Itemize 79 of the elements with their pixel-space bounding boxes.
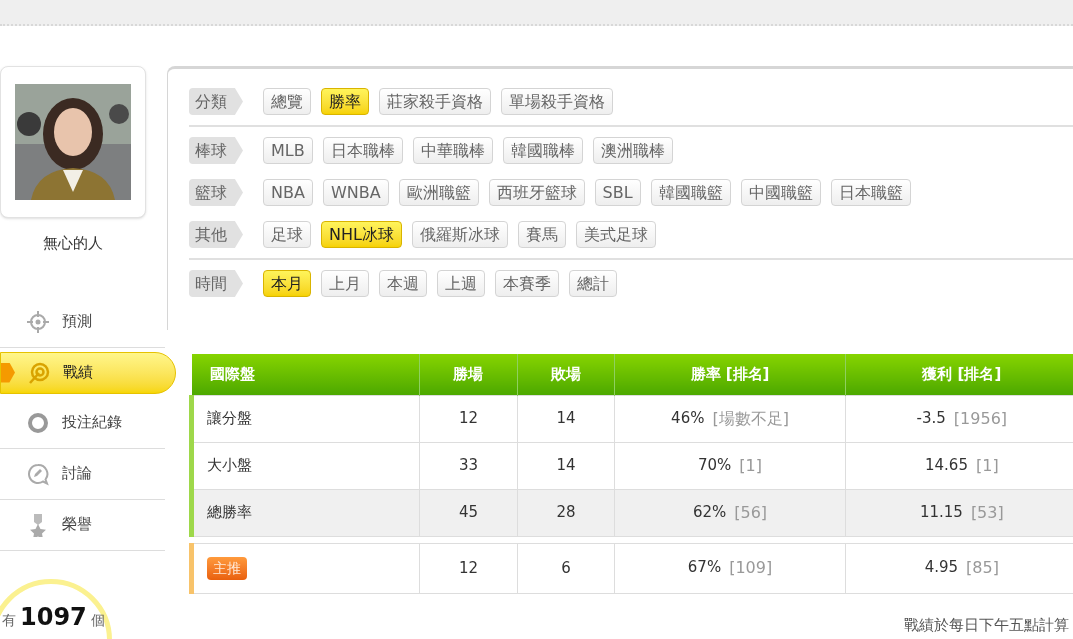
filter-chip[interactable]: WNBA xyxy=(322,179,389,206)
table-cell: 12 xyxy=(419,395,518,442)
table-cell: 6 xyxy=(517,543,615,593)
filter-chip[interactable]: 本賽季 xyxy=(495,270,559,297)
table-cell: 28 xyxy=(517,489,615,536)
rank-text: [53] xyxy=(970,501,1004,524)
counter-prefix: 有 xyxy=(2,610,16,630)
value-text: 62% xyxy=(692,501,727,523)
table-cell: 14 xyxy=(517,395,615,442)
filter-chip[interactable]: 韓國職棒 xyxy=(502,137,583,164)
value-text: 46% xyxy=(671,407,705,429)
filter-chip[interactable]: NHL冰球 xyxy=(321,221,402,248)
filter-chip[interactable]: SBL xyxy=(594,179,641,206)
filter-label: 分類 xyxy=(189,88,243,115)
value-text: 67% xyxy=(687,557,722,578)
nav-item[interactable]: 討論 xyxy=(0,448,165,500)
filter-chip[interactable]: 西班牙籃球 xyxy=(488,179,585,206)
filter-chip[interactable]: 日本職籃 xyxy=(830,179,911,206)
nav-item[interactable]: 投注紀錄 xyxy=(0,397,165,449)
footnote: 戰績於每日下午五點計算 xyxy=(904,614,1069,636)
column-header: 獲利 [排名] xyxy=(845,354,1073,395)
filter-chip[interactable]: 歐洲職籃 xyxy=(398,179,479,206)
ring-icon xyxy=(26,410,50,435)
filter-chip[interactable]: 美式足球 xyxy=(575,221,656,248)
filter-chip[interactable]: 足球 xyxy=(263,221,311,248)
table-cell: 14 xyxy=(517,442,615,489)
crosshair-icon xyxy=(26,309,50,334)
filter-chip[interactable]: 單場殺手資格 xyxy=(501,88,613,115)
filter-chip[interactable]: 賽馬 xyxy=(517,221,566,248)
rank-text: [56] xyxy=(734,501,768,524)
rank-text: [場數不足] xyxy=(712,407,789,430)
filter-chip[interactable]: 上週 xyxy=(437,270,485,297)
table-cell: 33 xyxy=(419,442,518,489)
table-cell: 45 xyxy=(419,489,518,536)
filter-label: 時間 xyxy=(189,270,243,297)
value-text: 4.95 xyxy=(924,557,959,578)
filter-chip[interactable]: 日本職棒 xyxy=(322,137,403,164)
filter-chip[interactable]: NBA xyxy=(263,179,313,206)
filter-chip[interactable]: 韓國職籃 xyxy=(650,179,731,206)
column-header: 勝率 [排名] xyxy=(614,354,846,395)
target-icon xyxy=(27,360,51,385)
counter-suffix: 個 xyxy=(90,610,105,630)
selection-marker xyxy=(1,362,15,383)
nav-item[interactable]: 榮譽 xyxy=(0,499,165,551)
filter-chip[interactable]: MLB xyxy=(263,137,313,164)
filter-chip[interactable]: 中華職棒 xyxy=(412,137,493,164)
filter-chip[interactable]: 俄羅斯冰球 xyxy=(411,221,508,248)
filter-label: 棒球 xyxy=(189,137,243,164)
username: 無心的人 xyxy=(42,233,104,254)
nav-item[interactable]: 戰績 xyxy=(0,351,176,394)
rank-text: [109] xyxy=(729,557,773,579)
nav-item[interactable]: 預測 xyxy=(0,296,165,348)
rank-text: [1] xyxy=(739,454,762,477)
column-header: 敗場 xyxy=(517,354,615,395)
filter-chip[interactable]: 澳洲職棒 xyxy=(592,137,673,164)
table-cell: 總勝率 xyxy=(191,489,420,536)
rank-text: [1956] xyxy=(953,407,1008,430)
chat-pencil-icon xyxy=(26,461,50,486)
filter-chip[interactable]: 總覽 xyxy=(263,88,311,115)
filter-chip[interactable]: 莊家殺手資格 xyxy=(379,88,491,115)
column-header: 勝場 xyxy=(419,354,518,395)
column-header: 國際盤 xyxy=(191,354,420,395)
counter-value: 1097 xyxy=(20,602,87,631)
value-text: 11.15 xyxy=(919,501,963,523)
filter-chip[interactable]: 總計 xyxy=(569,270,617,297)
rank-text: [85] xyxy=(966,557,999,579)
table-cell: 12 xyxy=(419,543,518,593)
rank-text: [1] xyxy=(975,454,999,477)
filter-chip[interactable]: 上月 xyxy=(321,270,369,297)
filter-chip[interactable]: 本月 xyxy=(263,270,311,297)
value-text: -3.5 xyxy=(916,407,946,429)
featured-badge: 主推 xyxy=(207,556,247,580)
value-text: 14.65 xyxy=(925,454,968,476)
value-text: 70% xyxy=(698,454,732,476)
filter-label: 籃球 xyxy=(189,179,243,206)
filter-chip[interactable]: 本週 xyxy=(379,270,427,297)
filter-label: 其他 xyxy=(189,221,243,248)
filter-chip[interactable]: 中國職籃 xyxy=(740,179,821,206)
filter-chip[interactable]: 勝率 xyxy=(321,88,369,115)
